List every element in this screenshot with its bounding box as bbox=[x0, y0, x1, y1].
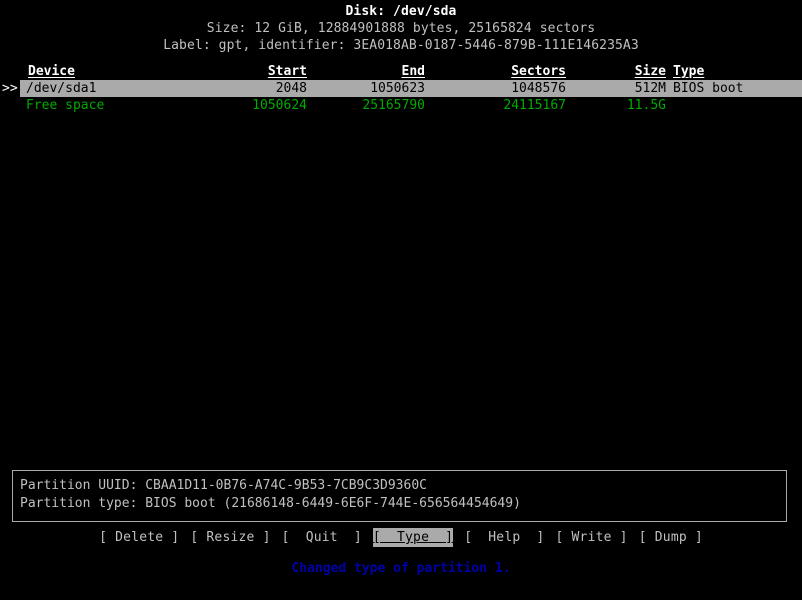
cfdisk-screen: Disk: /dev/sda Size: 12 GiB, 12884901888… bbox=[0, 0, 802, 600]
dump-button[interactable]: [ Dump ] bbox=[639, 528, 703, 547]
write-button[interactable]: [ Write ] bbox=[555, 528, 627, 547]
column-header-size: Size bbox=[634, 64, 666, 79]
column-header-start: Start bbox=[267, 64, 307, 79]
selection-marker: >> bbox=[2, 80, 20, 97]
table-row[interactable]: >> /dev/sda1 2048 1050623 1048576 512M B… bbox=[0, 80, 802, 97]
help-button[interactable]: [ Help ] bbox=[464, 528, 544, 547]
table-header-row: Device Start End Sectors Size Type bbox=[0, 63, 802, 80]
disk-label-line: Label: gpt, identifier: 3EA018AB-0187-54… bbox=[163, 38, 639, 53]
table-row[interactable]: Free space 1050624 25165790 24115167 11.… bbox=[0, 97, 802, 114]
cell-type: BIOS boot bbox=[673, 81, 744, 96]
partition-uuid-line: Partition UUID: CBAA1D11-0B76-A74C-9B53-… bbox=[20, 478, 427, 493]
cell-size: 512M bbox=[634, 81, 666, 96]
type-button[interactable]: [ Type ] bbox=[372, 528, 454, 547]
partition-type-line: Partition type: BIOS boot (21686148-6449… bbox=[20, 496, 521, 511]
disk-size-line: Size: 12 GiB, 12884901888 bytes, 2516582… bbox=[206, 21, 596, 36]
quit-button[interactable]: [ Quit ] bbox=[282, 528, 362, 547]
column-header-end: End bbox=[401, 64, 425, 79]
cell-end: 25165790 bbox=[362, 98, 425, 113]
action-button-bar: [ Delete ] [ Resize ] [ Quit ] [ Type ] … bbox=[0, 528, 802, 547]
button-spacer bbox=[453, 528, 464, 547]
cell-size: 11.5G bbox=[626, 98, 666, 113]
column-header-type: Type bbox=[673, 64, 705, 79]
cell-sectors: 24115167 bbox=[503, 98, 566, 113]
column-header-device: Device bbox=[28, 64, 75, 79]
cell-start: 2048 bbox=[275, 81, 307, 96]
disk-header: Disk: /dev/sda Size: 12 GiB, 12884901888… bbox=[0, 3, 802, 54]
delete-button[interactable]: [ Delete ] bbox=[99, 528, 179, 547]
resize-button[interactable]: [ Resize ] bbox=[190, 528, 270, 547]
cell-device: Free space bbox=[26, 98, 105, 113]
partition-table: Device Start End Sectors Size Type >> /d… bbox=[0, 63, 802, 114]
button-spacer bbox=[271, 528, 282, 547]
button-spacer bbox=[179, 528, 190, 547]
column-header-sectors: Sectors bbox=[511, 64, 566, 79]
button-spacer bbox=[628, 528, 639, 547]
status-message: Changed type of partition 1. bbox=[291, 561, 511, 576]
button-spacer bbox=[544, 528, 555, 547]
cell-end: 1050623 bbox=[370, 81, 425, 96]
partition-info-box: Partition UUID: CBAA1D11-0B76-A74C-9B53-… bbox=[12, 470, 787, 522]
cell-device: /dev/sda1 bbox=[26, 81, 97, 96]
button-spacer bbox=[362, 528, 373, 547]
cell-sectors: 1048576 bbox=[511, 81, 566, 96]
disk-title: Disk: /dev/sda bbox=[345, 4, 457, 19]
cell-start: 1050624 bbox=[252, 98, 307, 113]
